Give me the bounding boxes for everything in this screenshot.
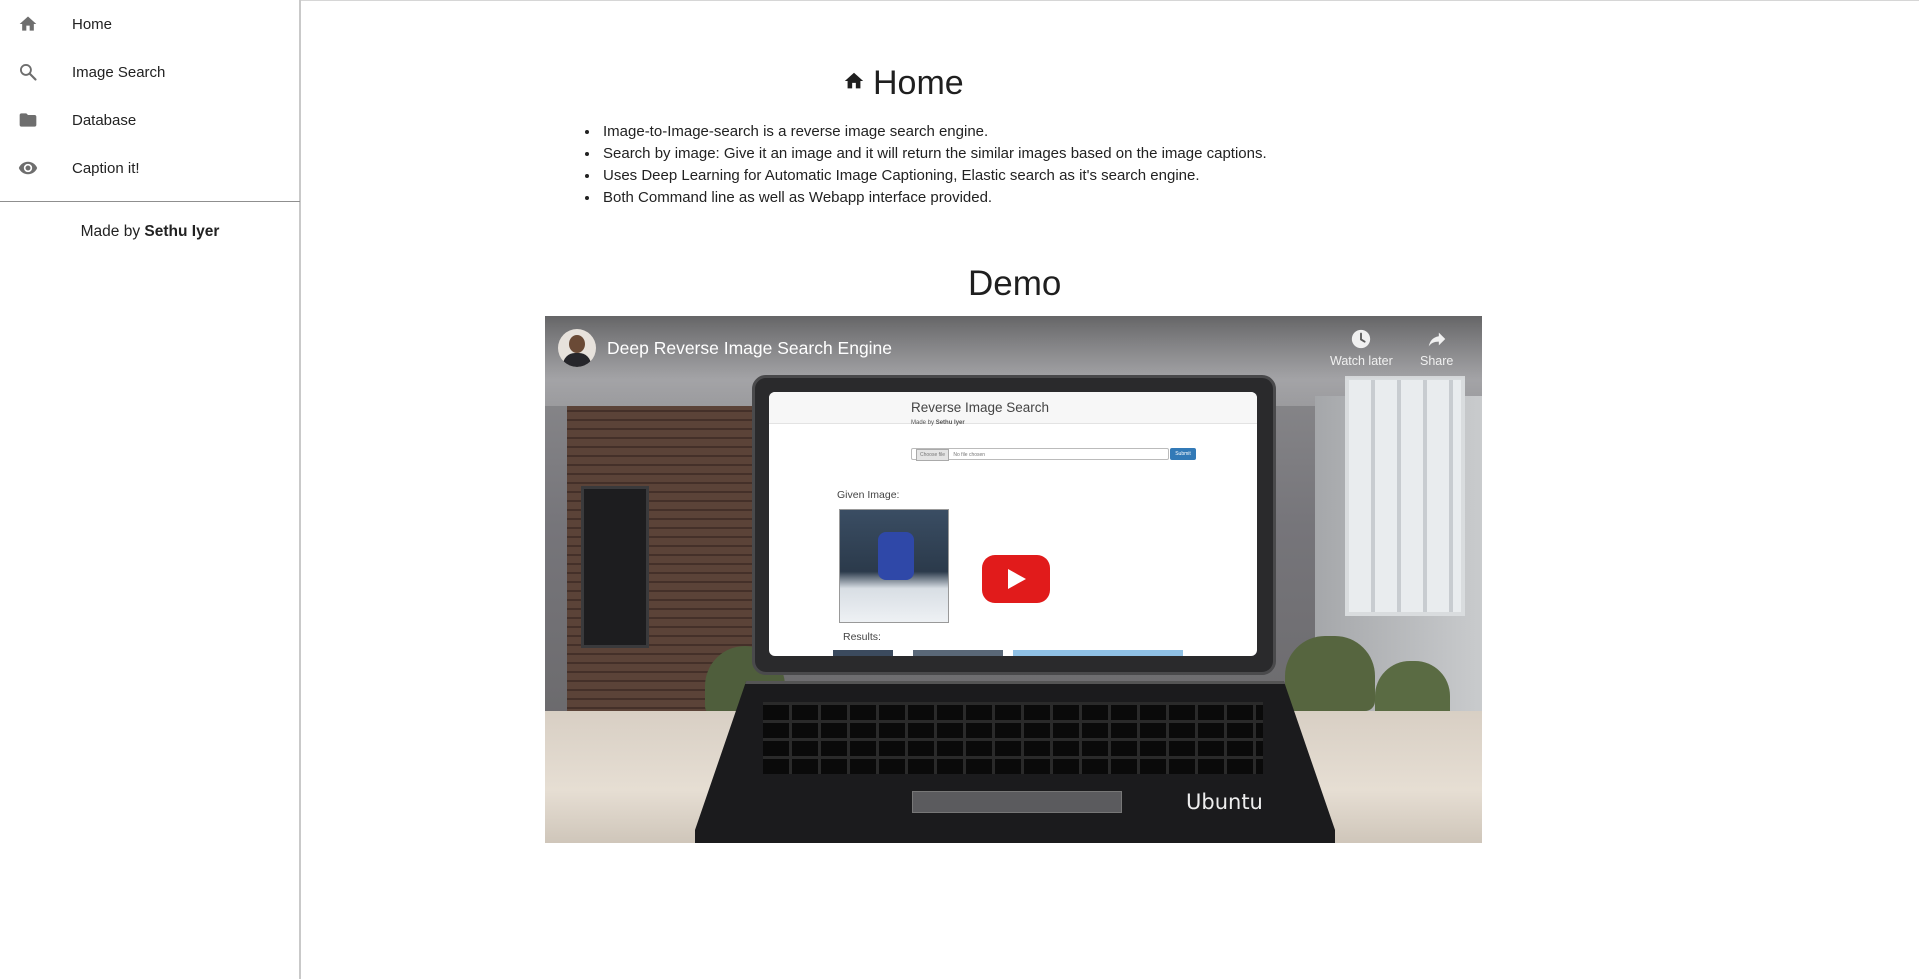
screen-submit-button: Submit	[1170, 448, 1196, 460]
screen-given-image-label: Given Image:	[837, 489, 900, 501]
screen-results-thumbnails	[833, 650, 1183, 656]
list-item: Image-to-Image-search is a reverse image…	[585, 121, 1485, 143]
sidebar-item-label: Caption it!	[72, 159, 140, 177]
screen-results-label: Results:	[843, 631, 881, 643]
laptop-brand-label: Ubuntu	[1186, 790, 1263, 814]
feature-list: Image-to-Image-search is a reverse image…	[585, 121, 1485, 209]
sidebar-item-home[interactable]: Home	[0, 0, 299, 48]
share-label: Share	[1420, 354, 1454, 368]
main-content: Home Image-to-Image-search is a reverse …	[303, 0, 1919, 979]
share-button[interactable]: Share	[1420, 328, 1453, 368]
sidebar-nav: Home Image Search Database Caption it!	[0, 0, 299, 192]
video-top-bar: Deep Reverse Image Search Engine Watch l…	[545, 316, 1482, 380]
sidebar-item-label: Database	[72, 111, 137, 129]
watch-later-button[interactable]: Watch later	[1330, 328, 1393, 368]
page-title: Home	[843, 64, 964, 103]
author-credit: Made by Sethu Iyer	[0, 223, 300, 241]
page-title-text: Home	[873, 64, 964, 102]
list-item: Uses Deep Learning for Automatic Image C…	[585, 165, 1485, 187]
screen-subtitle-name: Sethu Iyer	[935, 420, 965, 426]
sidebar-item-image-search[interactable]: Image Search	[0, 48, 299, 96]
video-scene-chair	[1285, 636, 1375, 711]
screen-file-input: Choose file No file chosen	[911, 448, 1169, 461]
list-item: Both Command line as well as Webapp inte…	[585, 187, 1485, 209]
demo-video-player[interactable]: Ubuntu Reverse Image Search Made by Seth…	[545, 316, 1482, 843]
screen-subtitle-prefix: Made by	[911, 420, 935, 426]
home-icon	[843, 70, 865, 97]
screen-no-file-text: No file chosen	[953, 452, 986, 458]
clock-icon	[1352, 329, 1371, 349]
home-icon	[16, 12, 40, 36]
screen-choose-file-button: Choose file	[916, 449, 950, 461]
laptop-touchpad	[912, 791, 1122, 813]
folder-icon	[16, 108, 40, 132]
sidebar-item-database[interactable]: Database	[0, 96, 299, 144]
list-item: Search by image: Give it an image and it…	[585, 143, 1485, 165]
sidebar-item-label: Home	[72, 15, 113, 33]
laptop-screen: Reverse Image Search Made by Sethu Iyer …	[769, 392, 1257, 656]
search-icon	[16, 60, 40, 84]
watch-later-label: Watch later	[1330, 354, 1393, 368]
screen-app-title: Reverse Image Search	[911, 400, 1050, 415]
play-button[interactable]	[982, 555, 1050, 603]
video-scene-door	[581, 486, 649, 648]
laptop-keyboard-deck: Ubuntu	[695, 681, 1335, 843]
sidebar-item-label: Image Search	[72, 63, 166, 81]
channel-avatar[interactable]	[558, 329, 596, 367]
laptop-keyboard	[763, 702, 1263, 774]
credit-name: Sethu Iyer	[144, 223, 220, 240]
sidebar: Home Image Search Database Caption it! M…	[0, 0, 301, 979]
screen-app-subtitle: Made by Sethu Iyer	[911, 420, 965, 426]
demo-heading: Demo	[968, 264, 1062, 303]
sidebar-item-caption-it[interactable]: Caption it!	[0, 144, 299, 192]
video-scene-window	[1345, 376, 1465, 616]
share-icon	[1428, 332, 1445, 347]
sidebar-divider	[0, 201, 300, 202]
eye-icon	[16, 156, 40, 180]
credit-prefix: Made by	[80, 223, 141, 240]
screen-surfer-image	[839, 509, 949, 623]
video-title[interactable]: Deep Reverse Image Search Engine	[607, 338, 892, 359]
